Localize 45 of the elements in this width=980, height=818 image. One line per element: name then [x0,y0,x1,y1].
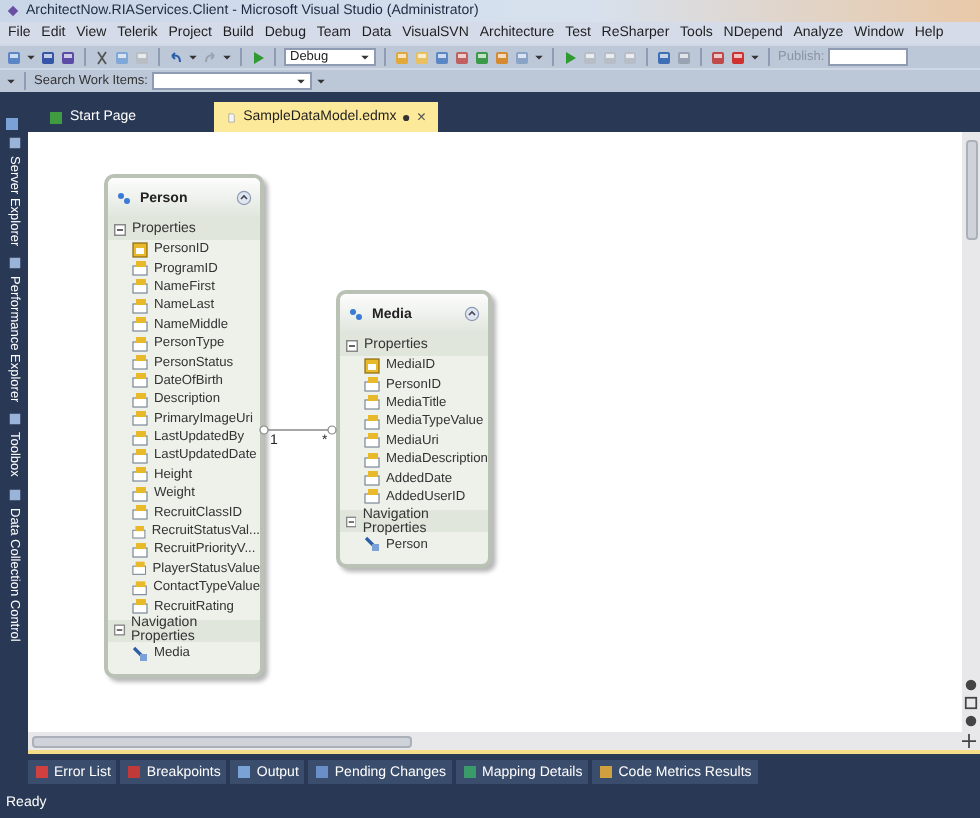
document-icon [226,109,238,125]
association-line[interactable] [260,420,340,440]
caret-icon [222,52,232,62]
tool-window-icon [126,764,143,780]
key-property-icon [132,241,148,258]
panel-icon [7,412,21,427]
caret-icon [360,52,370,62]
collapse-icon[interactable] [346,515,357,528]
navigation-property-icon [364,536,380,553]
tool-window-icon [598,764,615,780]
collapse-icon[interactable] [346,339,358,351]
panel-icon [7,487,21,502]
collapse-icon[interactable] [236,190,252,206]
tool-window-icon [34,764,50,780]
navigation-property-icon [132,645,148,662]
move-icon[interactable] [962,734,976,748]
page-icon [48,109,64,125]
undo-icon[interactable] [168,49,184,65]
redo-icon[interactable] [202,49,218,65]
entity-icon [348,306,364,322]
publish-dropdown[interactable] [828,48,909,66]
fit-icon[interactable] [964,696,978,710]
scrollbar-thumb[interactable] [965,140,977,240]
tool-window-icon [462,764,479,780]
search-field[interactable] [151,72,312,90]
window-list-icon[interactable] [4,116,20,132]
entity-icon [116,190,132,206]
panel-icon [7,136,21,150]
collapse-icon[interactable] [114,223,126,235]
scrollbar-thumb[interactable] [32,735,412,747]
close-button[interactable]: × [416,108,427,126]
caret-icon [750,52,760,62]
tool-window-icon [236,764,253,780]
collapse-icon[interactable] [114,624,126,637]
cut-icon[interactable] [94,49,110,65]
caret-icon [534,52,544,62]
caret-icon [26,52,36,62]
entity-shape[interactable] [104,174,264,678]
app-icon [6,4,20,18]
panel-icon [7,256,21,271]
caret-icon [188,52,198,62]
key-property-icon [364,357,380,374]
caret-icon [6,76,16,86]
collapse-icon[interactable] [464,306,480,322]
tool-window-icon [314,764,331,780]
